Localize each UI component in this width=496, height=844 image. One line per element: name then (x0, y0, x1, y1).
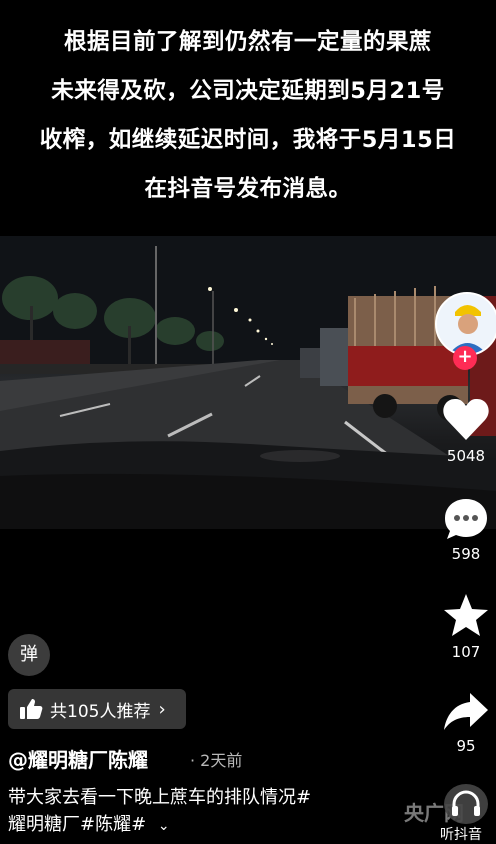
author-name-link[interactable]: @耀明糖厂陈耀 (8, 744, 148, 773)
danmu-toggle-button[interactable]: 弹 (8, 634, 50, 676)
share-arrow-icon[interactable] (442, 690, 490, 734)
caption-line-1: 根据目前了解到仍然有一定量的果蔗 (63, 29, 432, 55)
expand-chevron-icon[interactable]: ⌄ (158, 813, 170, 840)
comment-icon[interactable] (442, 496, 490, 542)
comment-count: 598 (451, 545, 481, 563)
recommend-label: 共105人推荐 (50, 701, 151, 722)
description-line-2: 耀明糖厂#陈耀# (8, 814, 147, 835)
star-icon[interactable] (442, 592, 490, 638)
follow-plus-icon[interactable]: + (453, 346, 477, 370)
video-frame[interactable] (0, 236, 496, 529)
caption-line-2: 未来得及砍，公司决定延期到5月21号 (51, 78, 445, 104)
recommend-button[interactable]: 共105人推荐 › (8, 689, 186, 729)
listen-label: 听抖音 (440, 827, 482, 843)
listen-button[interactable]: 听抖音 (436, 784, 496, 844)
avatar-portrait-icon (437, 294, 496, 354)
video-description[interactable]: 带大家去看一下晚上蔗车的排队情况# 耀明糖厂#陈耀# ⌄ (8, 784, 408, 840)
heart-icon[interactable] (441, 396, 491, 442)
favorite-count: 107 (451, 643, 481, 661)
video-caption: 根据目前了解到仍然有一定量的果蔗 未来得及砍，公司决定延期到5月21号 收榨，如… (0, 0, 496, 236)
share-count: 95 (456, 737, 476, 755)
chevron-right-icon: › (158, 698, 166, 720)
thumbs-up-icon (20, 699, 43, 719)
like-count: 5048 (446, 447, 486, 465)
night-road-scene (0, 236, 496, 529)
caption-line-4: 在抖音号发布消息。 (144, 176, 352, 202)
caption-line-3: 收榨，如继续延迟时间，我将于5月15日 (39, 127, 457, 153)
listen-circle (444, 784, 488, 824)
post-time: · 2天前 (190, 751, 243, 770)
headphones-icon (452, 790, 480, 816)
description-line-1: 带大家去看一下晚上蔗车的排队情况# (8, 787, 312, 808)
